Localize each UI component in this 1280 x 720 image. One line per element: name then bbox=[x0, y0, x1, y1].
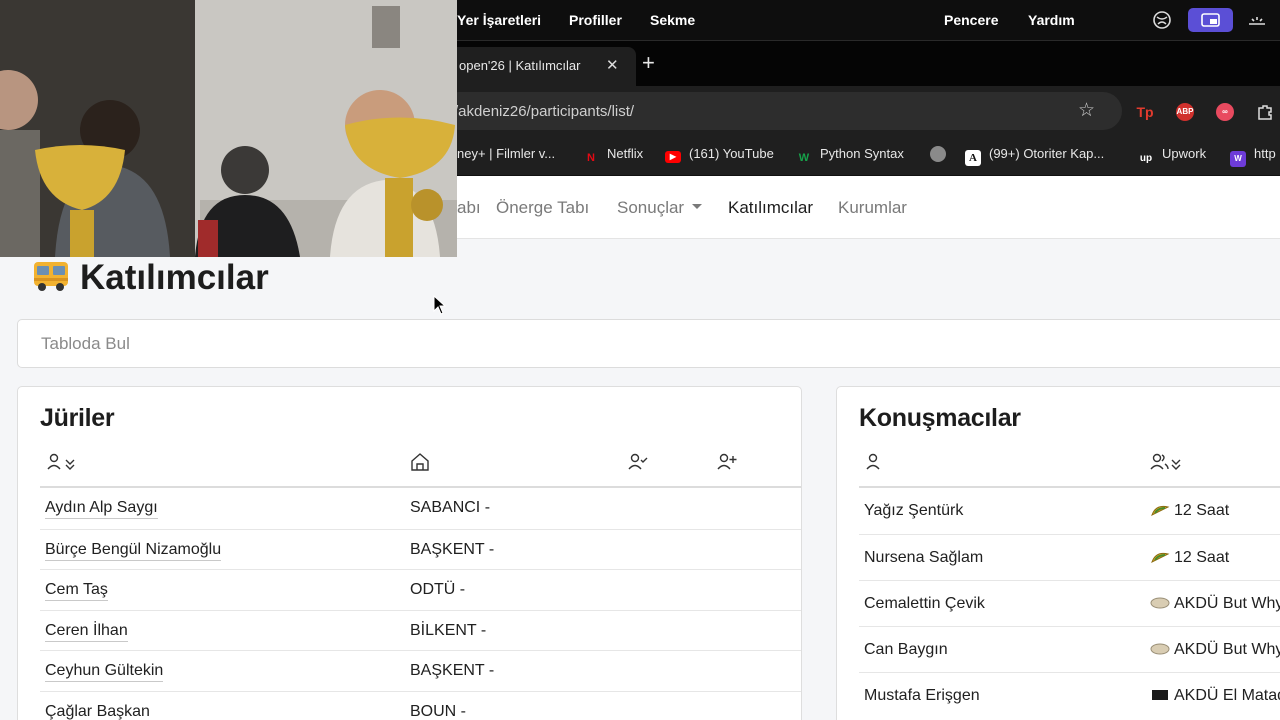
bookmark-otoriter[interactable]: A (99+) Otoriter Kap... bbox=[965, 146, 1104, 166]
nav-link-results[interactable]: Sonuçlar bbox=[617, 198, 703, 218]
speaker-name: Mustafa Erişgen bbox=[864, 687, 980, 704]
table-row[interactable]: Yağız Şentürk 12 Saat bbox=[859, 488, 1280, 534]
bookmark-netflix[interactable]: N Netflix bbox=[583, 146, 643, 166]
webflow-icon: W bbox=[1230, 151, 1246, 167]
speakers-title: Konuşmacılar bbox=[859, 404, 1021, 432]
table-search-input[interactable] bbox=[17, 319, 1280, 368]
bookmark-star-icon[interactable]: ☆ bbox=[1078, 99, 1095, 122]
speaker-team[interactable]: AKDÜ But Why bbox=[1150, 595, 1280, 613]
netflix-icon: N bbox=[587, 152, 595, 164]
table-row[interactable]: Bürçe Bengül Nizamoğlu BAŞKENT - bbox=[40, 529, 801, 570]
menu-tab[interactable]: Sekme bbox=[650, 12, 695, 28]
control-center-icon[interactable] bbox=[1246, 9, 1268, 31]
jury-institution: BOUN - bbox=[410, 703, 466, 720]
jury-institution: BİLKENT - bbox=[410, 622, 487, 639]
speaker-team[interactable]: 12 Saat bbox=[1150, 549, 1229, 567]
table-row[interactable]: Aydın Alp Saygı SABANCI - bbox=[40, 488, 801, 529]
webcam-feed-image bbox=[0, 0, 457, 257]
bookmark-http[interactable]: Whttp bbox=[1230, 146, 1276, 167]
jury-institution: BAŞKENT - bbox=[410, 541, 495, 558]
menu-profiles[interactable]: Profiller bbox=[569, 12, 622, 28]
team-sort-icon[interactable] bbox=[1149, 451, 1185, 473]
jury-name[interactable]: Aydın Alp Saygı bbox=[45, 499, 158, 519]
speaker-team[interactable]: AKDÜ But Why bbox=[1150, 641, 1280, 659]
speaker-name: Cemalettin Çevik bbox=[864, 595, 985, 612]
close-tab-icon[interactable]: ✕ bbox=[606, 56, 619, 74]
dropdown-caret-icon bbox=[692, 204, 703, 209]
taco-icon bbox=[1151, 505, 1170, 517]
speaker-name: Can Baygın bbox=[864, 641, 948, 658]
menu-bookmarks[interactable]: Yer İşaretleri bbox=[457, 12, 541, 28]
jury-name[interactable]: Ceyhun Gültekin bbox=[45, 662, 164, 682]
jury-name[interactable]: Ceren İlhan bbox=[45, 622, 128, 642]
speaker-team[interactable]: 12 Saat bbox=[1150, 502, 1229, 520]
jury-name[interactable]: Çağlar Başkan bbox=[45, 703, 150, 720]
table-row[interactable]: Nursena Sağlam 12 Saat bbox=[859, 534, 1280, 580]
menu-help[interactable]: Yardım bbox=[1028, 12, 1075, 28]
browser-tab[interactable]: open'26 | Katılımcılar ✕ bbox=[440, 47, 636, 87]
person-check-icon[interactable] bbox=[627, 451, 649, 473]
jury-name[interactable]: Cem Taş bbox=[45, 581, 108, 601]
adblock-extension-icon[interactable]: ABP bbox=[1176, 103, 1194, 121]
flatbread-icon bbox=[1150, 643, 1170, 655]
bookmark-youtube[interactable]: ▶ (161) YouTube bbox=[665, 146, 774, 163]
table-row[interactable]: Can Baygın AKDÜ But Why bbox=[859, 626, 1280, 672]
nav-link-institutions[interactable]: Kurumlar bbox=[838, 198, 907, 218]
page-title: Katılımcılar bbox=[32, 258, 269, 298]
url-text[interactable]: /akdeniz26/participants/list/ bbox=[454, 103, 634, 120]
tab-title: open'26 | Katılımcılar bbox=[459, 58, 581, 73]
bookmark-disney[interactable]: ney+ | Filmler v... bbox=[457, 146, 555, 161]
flatbread-icon bbox=[1150, 597, 1170, 609]
a-logo-icon: A bbox=[965, 150, 981, 166]
bookmark-python-syntax[interactable]: W Python Syntax bbox=[796, 146, 904, 166]
globe-icon bbox=[930, 146, 946, 162]
mouse-cursor-icon bbox=[433, 295, 447, 315]
screen-share-icon[interactable] bbox=[1188, 8, 1233, 32]
juries-title: Jüriler bbox=[40, 404, 115, 432]
jury-institution: ODTÜ - bbox=[410, 581, 466, 598]
table-row[interactable]: Cem Taş ODTÜ - bbox=[40, 569, 801, 610]
speaker-team[interactable]: AKDÜ El Matad bbox=[1150, 687, 1280, 705]
nav-link-tab[interactable]: abı bbox=[457, 198, 481, 218]
menu-window[interactable]: Pencere bbox=[944, 12, 998, 28]
bookmark-globe[interactable] bbox=[930, 146, 946, 162]
nav-link-participants[interactable]: Katılımcılar bbox=[728, 198, 813, 218]
institution-icon[interactable] bbox=[409, 451, 431, 473]
infinity-extension-icon[interactable]: ∞ bbox=[1216, 103, 1234, 121]
extensions-puzzle-icon[interactable] bbox=[1256, 103, 1274, 121]
jury-institution: BAŞKENT - bbox=[410, 662, 495, 679]
jury-institution: SABANCI - bbox=[410, 499, 491, 516]
upwork-icon: up bbox=[1139, 153, 1153, 164]
table-row[interactable]: Ceyhun Gültekin BAŞKENT - bbox=[40, 650, 801, 691]
bookmark-upwork[interactable]: up Upwork bbox=[1138, 146, 1206, 167]
jury-name[interactable]: Bürçe Bengül Nizamoğlu bbox=[45, 541, 222, 561]
youtube-icon: ▶ bbox=[665, 151, 681, 163]
nav-link-motion-tab[interactable]: Önerge Tabı bbox=[496, 198, 589, 218]
table-row[interactable]: Mustafa Erişgen AKDÜ El Matad bbox=[859, 672, 1280, 718]
w-logo-icon: W bbox=[798, 152, 810, 164]
juries-card: Jüriler Aydın Alp Saygı SABANCI - Bürçe … bbox=[17, 386, 802, 720]
taco-icon bbox=[1151, 552, 1170, 564]
person-icon[interactable] bbox=[863, 451, 885, 473]
speaker-name: Nursena Sağlam bbox=[864, 549, 984, 566]
bus-icon bbox=[34, 262, 68, 291]
webcam-overlay bbox=[0, 0, 457, 257]
new-tab-button[interactable]: + bbox=[642, 50, 655, 76]
vpn-globe-icon[interactable] bbox=[1151, 9, 1173, 31]
flag-icon bbox=[1152, 690, 1168, 700]
tp-extension-icon[interactable]: Tp bbox=[1136, 103, 1154, 121]
person-sort-icon[interactable] bbox=[45, 451, 79, 473]
person-add-icon[interactable] bbox=[716, 451, 738, 473]
table-row[interactable]: Ceren İlhan BİLKENT - bbox=[40, 610, 801, 651]
speakers-card: Konuşmacılar Yağız Şentürk 12 Saat Nurse… bbox=[836, 386, 1280, 720]
table-row[interactable]: Cemalettin Çevik AKDÜ But Why bbox=[859, 580, 1280, 626]
address-bar[interactable]: /akdeniz26/participants/list/ ☆ bbox=[440, 92, 1122, 130]
table-row[interactable]: Çağlar Başkan BOUN - bbox=[40, 691, 801, 720]
speaker-name: Yağız Şentürk bbox=[864, 502, 964, 519]
